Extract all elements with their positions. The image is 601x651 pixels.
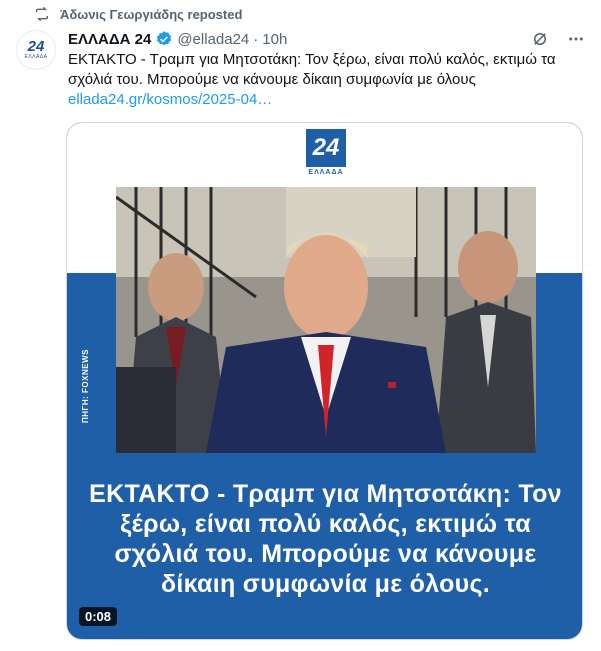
tweet-link[interactable]: ellada24.gr/kosmos/2025-04… [68,90,272,110]
avatar-logo-number: 24 [27,38,45,55]
verified-badge-icon [157,31,172,46]
repost-icon [36,6,48,22]
ellada24-logo: 24 [306,129,346,167]
repost-label: Άδωνις Γεωργιάδης reposted [60,6,243,22]
more-icon[interactable] [567,30,585,48]
tweet-time[interactable]: 10h [262,31,287,48]
top-actions [531,30,585,48]
avatar-logo-word: ΕΛΛΑΔΑ [24,54,48,60]
logo-number: 24 [312,134,340,161]
logo-word: ΕΛΛΑΔΑ [308,169,344,176]
repost-indicator[interactable]: Άδωνις Γεωργιάδης reposted [34,6,242,22]
video-frame-image [116,187,536,453]
author-handle[interactable]: @ellada24 [177,31,249,48]
source-label: ΠΗΓΗ: FOXNEWS [81,349,90,423]
avatar[interactable]: 24 ΕΛΛΑΔΑ [16,30,56,70]
video-player[interactable]: 24 ΕΛΛΑΔΑ ΠΗΓΗ: FOXNEWS ΕΚΤΑΚΤΟ - Τραμπ … [66,122,583,640]
video-duration-badge: 0:08 [79,607,118,626]
author-name[interactable]: ΕΛΛΑΔΑ 24 [68,31,151,48]
separator-dot: · [253,30,259,48]
grok-icon[interactable] [531,30,549,48]
tweet-text: ΕΚΤΑΚΤΟ - Τραμπ για Μητσοτάκη: Τον ξέρω,… [68,51,556,88]
tweet-header: ΕΛΛΑΔΑ 24 @ellada24 · 10h [68,30,287,48]
video-caption: ΕΚΤΑΚΤΟ - Τραμπ για Μητσοτάκη: Τον ξέρω,… [89,480,562,598]
